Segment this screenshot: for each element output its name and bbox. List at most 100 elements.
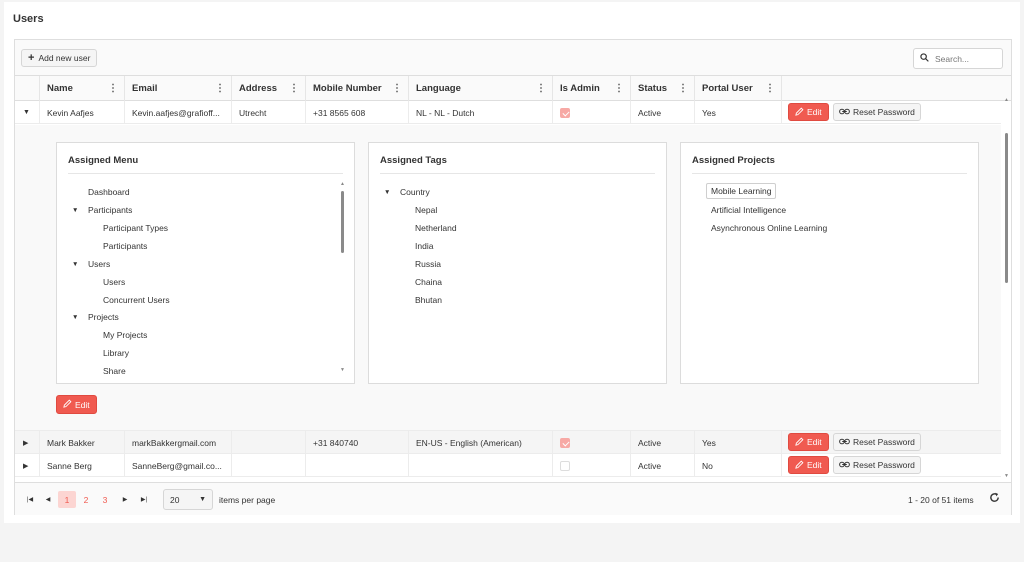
tag-item[interactable]: Chaina xyxy=(415,277,442,287)
menu-item-participants-sub[interactable]: Participants xyxy=(103,241,147,251)
column-title: Mobile Number xyxy=(313,83,382,94)
cell-name: Mark Bakker xyxy=(39,431,124,454)
cell-is-admin xyxy=(552,431,630,454)
more-vertical-icon[interactable]: ⋮ xyxy=(392,83,402,94)
menu-item-library[interactable]: Library xyxy=(103,348,129,358)
table-row[interactable]: ▶ Sanne Berg SanneBerg@gmail.co... Activ… xyxy=(15,454,1001,477)
caret-down-icon[interactable]: ▼ xyxy=(23,101,30,124)
tag-item[interactable]: Nepal xyxy=(415,205,437,215)
edit-button[interactable]: Edit xyxy=(788,433,829,451)
column-header-status[interactable]: Status ⋮ xyxy=(630,76,694,101)
menu-item-dashboard[interactable]: Dashboard xyxy=(88,187,130,197)
add-user-button[interactable]: + Add new user xyxy=(21,49,98,67)
admin-checkbox[interactable] xyxy=(560,437,570,448)
edit-button[interactable]: Edit xyxy=(788,103,829,121)
last-page-icon[interactable]: ▶| xyxy=(137,491,151,508)
menu-item-users[interactable]: Users xyxy=(88,259,110,269)
more-vertical-icon[interactable]: ⋮ xyxy=(536,83,546,94)
page-button-1[interactable]: 1 xyxy=(58,491,76,508)
page-button-3[interactable]: 3 xyxy=(96,491,114,508)
column-header-language[interactable]: Language ⋮ xyxy=(408,76,552,101)
next-page-icon[interactable]: ▶ xyxy=(118,491,132,508)
more-vertical-icon[interactable]: ⋮ xyxy=(678,83,688,94)
scroll-up-icon[interactable]: ▲ xyxy=(1004,97,1009,103)
admin-checkbox[interactable] xyxy=(560,107,570,118)
tag-item[interactable]: India xyxy=(415,241,433,251)
page-size-select[interactable]: 20 ▼ xyxy=(163,489,213,510)
more-vertical-icon[interactable]: ⋮ xyxy=(108,83,118,94)
column-header-email[interactable]: Email ⋮ xyxy=(124,76,231,101)
caret-down-icon[interactable]: ▼ xyxy=(72,261,78,268)
more-vertical-icon[interactable]: ⋮ xyxy=(614,83,624,94)
reset-password-button[interactable]: Reset Password xyxy=(833,103,921,121)
table-row[interactable]: ▶ Mark Bakker markBakkergmail.com +31 84… xyxy=(15,431,1001,454)
project-item-selected[interactable]: Mobile Learning xyxy=(706,183,777,199)
page-title: Users xyxy=(13,13,44,25)
search-input[interactable] xyxy=(935,53,999,64)
page-button-2[interactable]: 2 xyxy=(77,491,95,508)
caret-down-icon[interactable]: ▼ xyxy=(384,189,390,196)
scroll-down-icon[interactable]: ▼ xyxy=(340,367,345,373)
menu-item-participant-types[interactable]: Participant Types xyxy=(103,223,168,233)
menu-item-users-sub[interactable]: Users xyxy=(103,277,125,287)
pencil-icon xyxy=(63,399,72,410)
column-header-name[interactable]: Name ⋮ xyxy=(39,76,124,101)
menu-scrollbar[interactable]: ▲ ▼ xyxy=(340,181,345,375)
cell-name: Kevin Aafjes xyxy=(39,101,124,124)
scroll-down-icon[interactable]: ▼ xyxy=(1004,473,1009,479)
assigned-projects-card: Assigned Projects Mobile Learning Artifi… xyxy=(680,142,979,384)
menu-item-projects[interactable]: Projects xyxy=(88,312,119,322)
scroll-up-icon[interactable]: ▲ xyxy=(340,181,345,187)
tag-item[interactable]: Russia xyxy=(415,259,441,269)
column-header-portal-user[interactable]: Portal User ⋮ xyxy=(694,76,781,101)
cell-mobile: +31 840740 xyxy=(305,431,408,454)
pencil-icon xyxy=(795,460,804,471)
tag-item[interactable]: Netherland xyxy=(415,223,457,233)
link-icon xyxy=(839,460,850,470)
first-page-icon[interactable]: |◀ xyxy=(23,491,37,508)
project-item[interactable]: Asynchronous Online Learning xyxy=(711,223,827,233)
scroll-thumb[interactable] xyxy=(1005,133,1008,283)
grid-scrollbar[interactable]: ▲ ▼ xyxy=(1002,97,1011,481)
caret-right-icon[interactable]: ▶ xyxy=(23,454,28,477)
admin-checkbox[interactable] xyxy=(560,460,570,471)
menu-item-concurrent-users[interactable]: Concurrent Users xyxy=(103,295,170,305)
column-header-address[interactable]: Address ⋮ xyxy=(231,76,305,101)
detail-edit-button[interactable]: Edit xyxy=(56,395,97,414)
link-icon xyxy=(839,107,850,117)
tag-root-country[interactable]: Country xyxy=(400,187,430,197)
cell-email: markBakkergmail.com xyxy=(124,431,231,454)
project-item[interactable]: Artificial Intelligence xyxy=(711,205,786,215)
more-vertical-icon[interactable]: ⋮ xyxy=(765,83,775,94)
assigned-menu-card: Assigned Menu Dashboard ▼ Participants P… xyxy=(56,142,355,384)
reset-password-label: Reset Password xyxy=(853,107,915,117)
cell-status: Active xyxy=(630,101,694,124)
reset-password-button[interactable]: Reset Password xyxy=(833,456,921,474)
divider xyxy=(68,173,343,174)
refresh-icon[interactable] xyxy=(989,492,1000,505)
column-header-is-admin[interactable]: Is Admin ⋮ xyxy=(552,76,630,101)
more-vertical-icon[interactable]: ⋮ xyxy=(215,83,225,94)
edit-button[interactable]: Edit xyxy=(788,456,829,474)
cell-email: SanneBerg@gmail.co... xyxy=(124,454,231,477)
scroll-thumb[interactable] xyxy=(341,191,344,253)
menu-item-share[interactable]: Share xyxy=(103,366,126,376)
reset-password-button[interactable]: Reset Password xyxy=(833,433,921,451)
column-header-mobile[interactable]: Mobile Number ⋮ xyxy=(305,76,408,101)
prev-page-icon[interactable]: ◀ xyxy=(41,491,55,508)
column-title: Language xyxy=(416,83,461,94)
tag-item[interactable]: Bhutan xyxy=(415,295,442,305)
page-size-value: 20 xyxy=(170,494,180,505)
cell-portal-user: Yes xyxy=(694,431,781,454)
column-title: Portal User xyxy=(702,83,753,94)
menu-item-my-projects[interactable]: My Projects xyxy=(103,330,147,340)
caret-down-icon[interactable]: ▼ xyxy=(72,207,78,214)
caret-right-icon[interactable]: ▶ xyxy=(23,431,28,454)
caret-down-icon[interactable]: ▼ xyxy=(72,314,78,321)
more-vertical-icon[interactable]: ⋮ xyxy=(289,83,299,94)
menu-item-participants[interactable]: Participants xyxy=(88,205,132,215)
items-range-label: 1 - 20 of 51 items xyxy=(908,495,974,505)
table-row[interactable]: ▼ Kevin Aafjes Kevin.aafjes@grafioff... … xyxy=(15,101,1001,124)
add-user-label: Add new user xyxy=(38,53,91,63)
search-box[interactable] xyxy=(913,48,1003,69)
